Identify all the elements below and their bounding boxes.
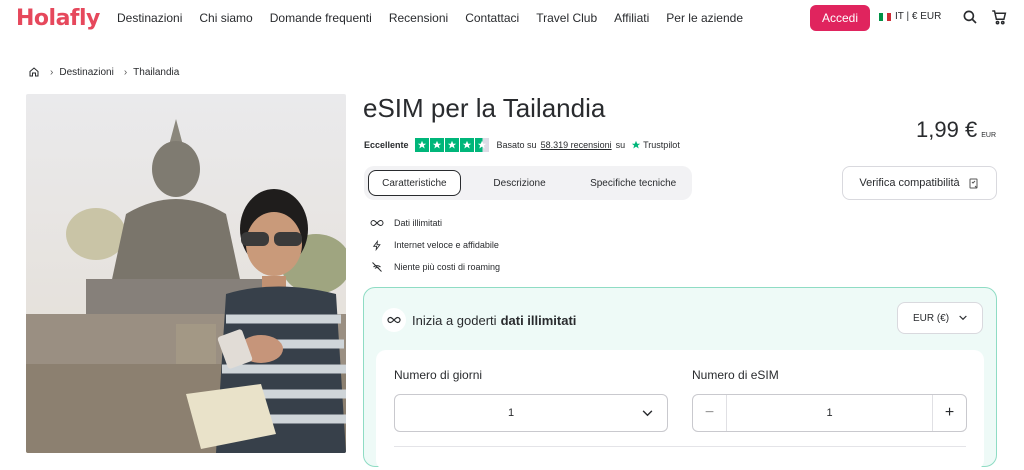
- nav-item-destinazioni[interactable]: Destinazioni: [117, 11, 182, 25]
- no-roaming-icon: [370, 260, 384, 274]
- infinity-icon: [370, 216, 384, 230]
- feature-item: Niente più costi di roaming: [370, 256, 500, 278]
- nav-item-recensioni[interactable]: Recensioni: [389, 11, 448, 25]
- rating-stars: [414, 138, 489, 152]
- tab-caratteristiche[interactable]: Caratteristiche: [368, 170, 461, 196]
- star-icon: [444, 138, 459, 152]
- trustpilot-rating: Eccellente Basato su 58.319 recensioni s…: [364, 138, 680, 152]
- nav-item-chi-siamo[interactable]: Chi siamo: [199, 11, 252, 25]
- login-button[interactable]: Accedi: [810, 5, 870, 31]
- feature-list: Dati illimitati Internet veloce e affida…: [370, 212, 500, 278]
- rating-label: Eccellente: [364, 140, 409, 150]
- days-select[interactable]: 1: [394, 394, 668, 432]
- star-icon: [429, 138, 444, 152]
- tab-descrizione[interactable]: Descrizione: [461, 170, 579, 196]
- price-currency: EUR: [981, 132, 996, 139]
- breadcrumb: › Destinazioni › Thailandia: [28, 66, 179, 78]
- bolt-icon: [370, 238, 384, 252]
- increment-button[interactable]: +: [932, 395, 966, 431]
- product-hero-image: [26, 94, 346, 453]
- nav-item-contattaci[interactable]: Contattaci: [465, 11, 519, 25]
- infinity-icon: [382, 308, 406, 332]
- currency-value: EUR (€): [912, 312, 950, 324]
- plan-heading: Inizia a goderti dati illimitati: [382, 308, 576, 332]
- reviews-link[interactable]: 58.319 recensioni: [541, 140, 612, 150]
- chevron-down-icon: [959, 315, 967, 321]
- verify-label: Verifica compatibilità: [859, 177, 960, 189]
- plan-configurator: Inizia a goderti dati illimitati EUR (€)…: [363, 287, 997, 470]
- italy-flag-icon: [879, 12, 891, 21]
- star-icon: [414, 138, 429, 152]
- verify-compatibility-button[interactable]: Verifica compatibilità: [842, 166, 997, 200]
- nav-item-aziende[interactable]: Per le aziende: [666, 11, 743, 25]
- top-header: Holafly Destinazioni Chi siamo Domande f…: [0, 0, 1024, 36]
- locale-selector[interactable]: IT | € EUR: [879, 11, 941, 22]
- home-icon[interactable]: [28, 66, 40, 78]
- cart-icon[interactable]: [990, 8, 1008, 26]
- chevron-right-icon: ›: [123, 66, 128, 78]
- days-label: Numero di giorni: [394, 368, 483, 382]
- locale-label: IT | € EUR: [895, 11, 942, 22]
- star-icon: [459, 138, 474, 152]
- half-star-icon: [474, 138, 489, 152]
- esim-label: Numero di eSIM: [692, 368, 779, 382]
- trustpilot-logo[interactable]: Trustpilot: [631, 140, 680, 150]
- feature-item: Internet veloce e affidabile: [370, 234, 500, 256]
- nav-item-faq[interactable]: Domande frequenti: [270, 11, 372, 25]
- esim-quantity-stepper[interactable]: − 1 +: [692, 394, 967, 432]
- chevron-right-icon: ›: [50, 66, 54, 78]
- tab-specifiche-tecniche[interactable]: Specifiche tecniche: [578, 170, 688, 196]
- decrement-button[interactable]: −: [693, 395, 727, 431]
- holafly-logo[interactable]: Holafly: [16, 6, 100, 31]
- nav-item-travel-club[interactable]: Travel Club: [536, 11, 597, 25]
- nav-item-affiliati[interactable]: Affiliati: [614, 11, 649, 25]
- breadcrumb-destinazioni[interactable]: Destinazioni: [59, 67, 113, 78]
- plan-heading-prefix: Inizia a goderti: [412, 312, 497, 328]
- esim-value[interactable]: 1: [727, 407, 932, 419]
- breadcrumb-thailandia: Thailandia: [133, 66, 180, 78]
- days-value: 1: [507, 407, 515, 419]
- price-amount: 1,99 €: [916, 117, 978, 142]
- product-title: eSIM per la Tailandia: [363, 93, 606, 123]
- divider: [394, 446, 966, 447]
- checklist-icon: [969, 178, 978, 188]
- plan-options-panel: Numero di giorni Numero di eSIM 1 − 1 +: [376, 350, 984, 470]
- feature-item: Dati illimitati: [370, 212, 500, 234]
- trustpilot-star-icon: [631, 140, 641, 149]
- trustpilot-label: Trustpilot: [643, 140, 680, 150]
- plan-heading-bold: dati illimitati: [500, 312, 577, 328]
- product-price: 1,99 € EUR: [916, 117, 996, 143]
- product-tabs: Caratteristiche Descrizione Specifiche t…: [364, 166, 692, 200]
- traveler-with-phone-image: [26, 94, 346, 453]
- currency-select[interactable]: EUR (€): [897, 302, 983, 334]
- based-on-label: Basato su: [496, 140, 537, 150]
- on-label: su: [615, 140, 626, 150]
- chevron-down-icon: [627, 409, 667, 417]
- main-nav: Destinazioni Chi siamo Domande frequenti…: [117, 11, 760, 25]
- search-icon[interactable]: [961, 8, 979, 26]
